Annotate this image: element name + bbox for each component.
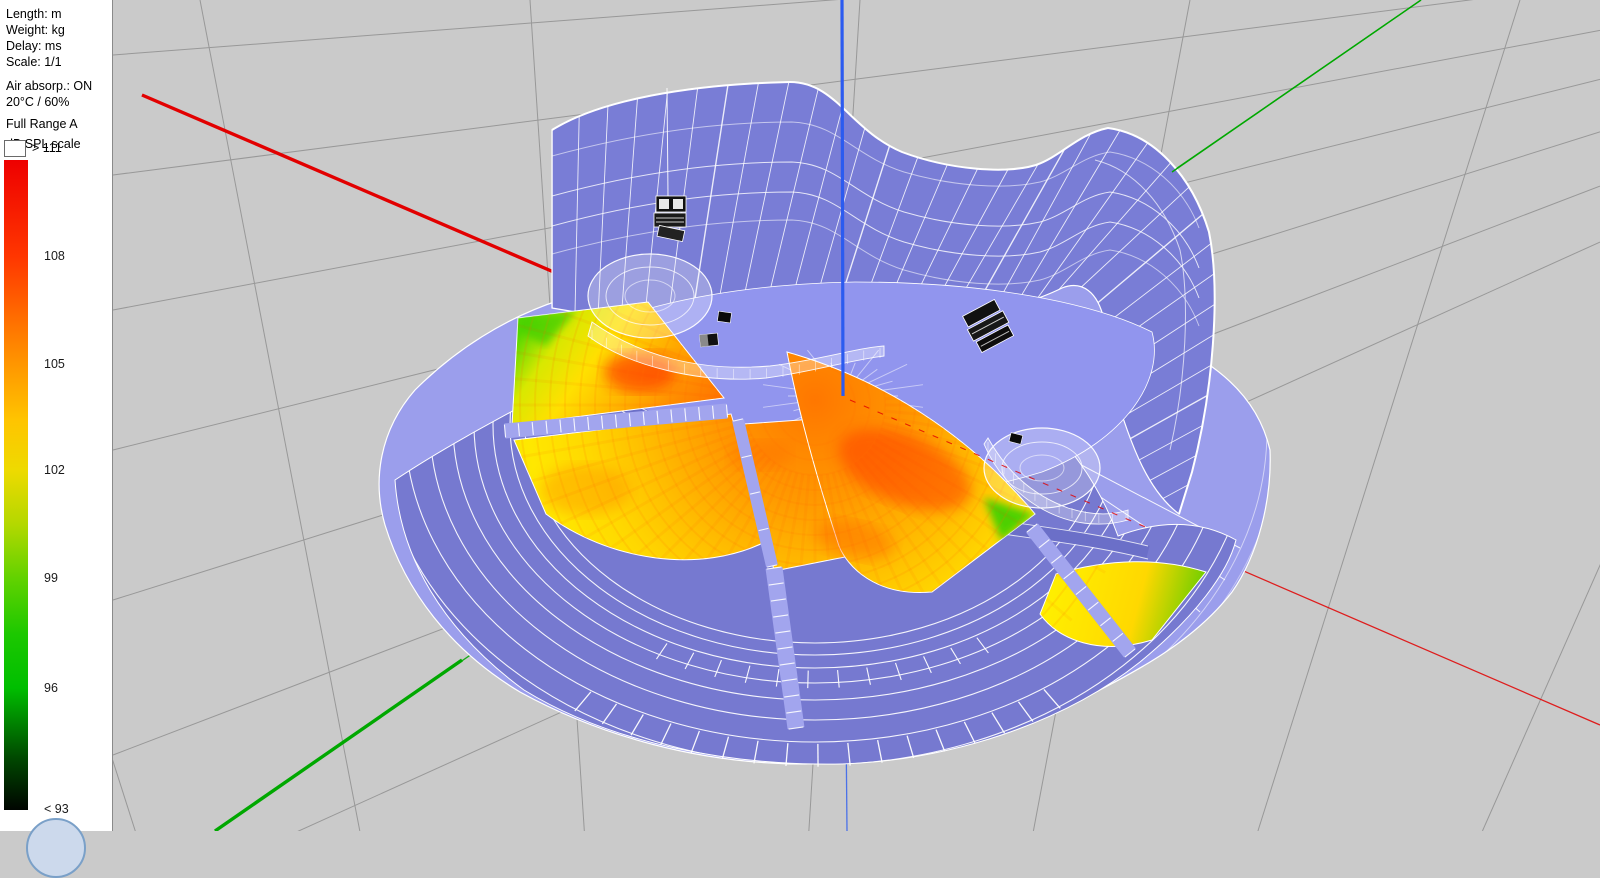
spl-tick-105: 105 bbox=[44, 357, 65, 371]
unit-weight-label: Weight: kg bbox=[6, 22, 65, 38]
z-axis-bold-segment bbox=[842, 0, 843, 396]
frequency-range-label: Full Range A bbox=[6, 116, 78, 132]
spl-tick-96: 96 bbox=[44, 681, 58, 695]
temp-humidity-label: 20°C / 60% bbox=[6, 94, 69, 110]
spl-tick-108: 108 bbox=[44, 249, 65, 263]
viewport-3d[interactable] bbox=[0, 0, 1600, 831]
line-array-left[interactable] bbox=[654, 196, 686, 242]
air-absorption-label: Air absorp.: ON bbox=[6, 78, 92, 94]
spl-scale-over-max-swatch bbox=[4, 140, 26, 157]
spl-tick-102: 102 bbox=[44, 463, 65, 477]
unit-delay-label: Delay: ms bbox=[6, 38, 62, 54]
legend-sidebar: Length: m Weight: kg Delay: ms Scale: 1/… bbox=[0, 0, 113, 831]
scale-ratio-label: Scale: 1/1 bbox=[6, 54, 62, 70]
spl-scale-under-min-label: < 93 bbox=[44, 802, 69, 816]
spl-scale-over-max-label: > 111 bbox=[32, 141, 62, 155]
spl-tick-99: 99 bbox=[44, 571, 58, 585]
unit-length-label: Length: m bbox=[6, 6, 62, 22]
spl-color-scale-bar bbox=[4, 160, 28, 810]
app-logo-icon bbox=[26, 818, 86, 878]
